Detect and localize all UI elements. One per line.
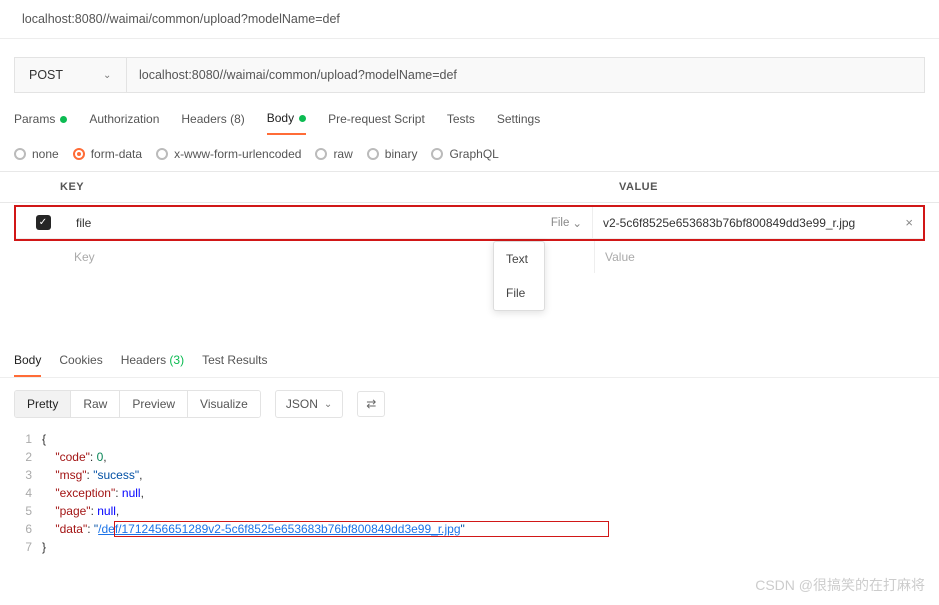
radio-icon [367, 148, 379, 160]
request-row: POST ⌄ localhost:8080//waimai/common/upl… [14, 57, 925, 93]
url-display: localhost:8080//waimai/common/upload?mod… [22, 12, 340, 26]
view-pretty[interactable]: Pretty [15, 391, 71, 417]
chevron-down-icon: ⌄ [103, 70, 111, 81]
view-preview[interactable]: Preview [120, 391, 188, 417]
highlighted-row: ✓ file File⌄ v2-5c6f8525e653683b76bf8008… [14, 205, 925, 241]
resp-tab-body[interactable]: Body [14, 353, 41, 377]
key-cell[interactable]: file File⌄ [70, 207, 593, 238]
data-link[interactable]: /def/1712456651289v2-5c6f8525e653683b76b… [98, 522, 460, 536]
brace: } [42, 538, 46, 556]
resp-tab-cookies[interactable]: Cookies [59, 353, 102, 377]
resp-tab-headers[interactable]: Headers (3) [121, 353, 184, 377]
response-tabs: Body Cookies Headers (3) Test Results [0, 273, 939, 378]
watermark: CSDN @很搞笑的在打麻将 [755, 575, 925, 595]
type-selector[interactable]: File⌄ [551, 216, 582, 230]
check-icon: ✓ [36, 215, 51, 230]
type-dropdown: Text File [493, 241, 545, 311]
tab-tests[interactable]: Tests [447, 111, 475, 135]
request-tabs: Params Authorization Headers (8) Body Pr… [0, 93, 939, 135]
address-bar: localhost:8080//waimai/common/upload?mod… [0, 0, 939, 39]
tab-settings[interactable]: Settings [497, 111, 540, 135]
radio-icon [315, 148, 327, 160]
radio-icon [431, 148, 443, 160]
view-mode-group: Pretty Raw Preview Visualize [14, 390, 261, 418]
bodytype-raw[interactable]: raw [315, 147, 352, 161]
view-visualize[interactable]: Visualize [188, 391, 260, 417]
radio-icon [14, 148, 26, 160]
dot-indicator [299, 115, 306, 122]
method-label: POST [29, 68, 63, 82]
value-header: VALUE [609, 181, 939, 193]
format-selector[interactable]: JSON⌄ [275, 390, 343, 418]
tab-body[interactable]: Body [267, 111, 306, 135]
key-text: file [76, 216, 91, 230]
dropdown-text[interactable]: Text [494, 242, 544, 276]
value-text: v2-5c6f8525e653683b76bf800849dd3e99_r.jp… [603, 216, 855, 230]
chevron-down-icon: ⌄ [572, 216, 582, 230]
bodytype-binary[interactable]: binary [367, 147, 418, 161]
bodytype-graphql[interactable]: GraphQL [431, 147, 498, 161]
method-selector[interactable]: POST ⌄ [15, 58, 127, 92]
request-url-input[interactable]: localhost:8080//waimai/common/upload?mod… [127, 58, 924, 92]
formdata-header: KEY VALUE [0, 171, 939, 203]
row-checkbox[interactable]: ✓ [16, 215, 70, 230]
brace: { [42, 430, 46, 448]
bodytype-formdata[interactable]: form-data [73, 147, 142, 161]
response-body: 1{ 2 "code": 0, 3 "msg": "sucess", 4 "ex… [0, 430, 939, 556]
remove-file-icon[interactable]: × [905, 215, 913, 230]
tab-authorization[interactable]: Authorization [89, 111, 159, 135]
view-mode-row: Pretty Raw Preview Visualize JSON⌄ ⇄ [0, 378, 939, 430]
body-type-row: none form-data x-www-form-urlencoded raw… [0, 135, 939, 171]
dot-indicator [60, 116, 67, 123]
tab-params[interactable]: Params [14, 111, 67, 135]
tab-prerequest[interactable]: Pre-request Script [328, 111, 425, 135]
radio-icon [156, 148, 168, 160]
radio-icon [73, 148, 85, 160]
table-row-empty: Key Value [14, 241, 925, 273]
value-cell[interactable]: v2-5c6f8525e653683b76bf800849dd3e99_r.jp… [593, 215, 923, 230]
dropdown-file[interactable]: File [494, 276, 544, 310]
tab-headers[interactable]: Headers (8) [181, 111, 244, 135]
value-input[interactable]: Value [595, 250, 925, 264]
table-row: ✓ file File⌄ v2-5c6f8525e653683b76bf8008… [16, 207, 923, 239]
bodytype-xwww[interactable]: x-www-form-urlencoded [156, 147, 301, 161]
view-raw[interactable]: Raw [71, 391, 120, 417]
chevron-down-icon: ⌄ [324, 399, 332, 410]
wrap-lines-icon[interactable]: ⇄ [357, 391, 385, 417]
resp-tab-tests[interactable]: Test Results [202, 353, 267, 377]
key-header: KEY [54, 181, 609, 193]
bodytype-none[interactable]: none [14, 147, 59, 161]
